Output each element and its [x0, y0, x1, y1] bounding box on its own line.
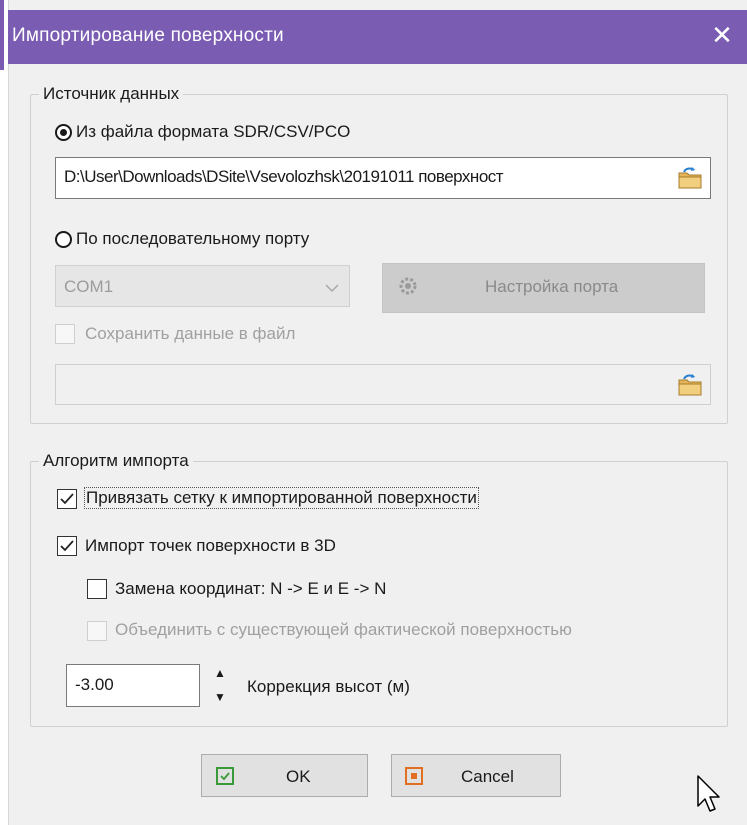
- cancel-button-label: Cancel: [461, 767, 514, 786]
- save-to-file-label[interactable]: Сохранить данные в файл: [85, 324, 295, 344]
- window-title: Импортирование поверхности: [12, 25, 284, 46]
- swap-coords-checkbox[interactable]: [87, 579, 107, 599]
- spin-up-icon[interactable]: ▲: [207, 662, 233, 684]
- bind-grid-checkbox[interactable]: [57, 489, 77, 509]
- algorithm-group-legend: Алгоритм импорта: [43, 451, 189, 470]
- chevron-down-icon: [325, 278, 339, 298]
- source-group-legend: Источник данных: [43, 84, 180, 103]
- bind-grid-label[interactable]: Привязать сетку к импортированной поверх…: [84, 487, 479, 509]
- title-bar: Импортирование поверхности ✕: [8, 10, 747, 64]
- file-source-radio[interactable]: [55, 124, 72, 141]
- import-3d-checkbox[interactable]: [57, 536, 77, 556]
- height-correction-input[interactable]: -3.00: [66, 664, 200, 707]
- port-source-radio[interactable]: [55, 231, 72, 248]
- x-square-icon: [405, 767, 423, 785]
- mouse-pointer-icon: [696, 774, 722, 819]
- merge-actual-checkbox[interactable]: [87, 621, 107, 641]
- height-correction-label: Коррекция высот (м): [247, 677, 410, 696]
- port-settings-label: Настройка порта: [485, 277, 619, 296]
- cancel-button[interactable]: Cancel: [391, 754, 561, 797]
- gear-icon: [397, 275, 419, 302]
- file-path-input[interactable]: D:\User\Downloads\DSite\Vsevolozhsk\2019…: [55, 157, 711, 199]
- port-select-value: COM1: [64, 277, 114, 296]
- ok-button[interactable]: OK: [201, 754, 368, 797]
- check-square-icon: [216, 767, 234, 785]
- spin-down-icon[interactable]: ▼: [207, 686, 233, 708]
- port-select[interactable]: COM1: [55, 265, 350, 307]
- save-path-input[interactable]: [55, 364, 711, 405]
- save-folder-open-icon[interactable]: [677, 371, 703, 397]
- port-settings-button[interactable]: Настройка порта: [382, 263, 705, 313]
- dialog-body: Источник данных Из файла формата SDR/CSV…: [9, 64, 747, 825]
- swap-coords-label[interactable]: Замена координат: N -> E и E -> N: [115, 579, 386, 599]
- merge-actual-label[interactable]: Объединить с существующей фактической по…: [115, 620, 572, 640]
- ok-button-label: OK: [286, 767, 311, 786]
- port-source-label[interactable]: По последовательному порту: [76, 229, 309, 249]
- file-source-label[interactable]: Из файла формата SDR/CSV/PCO: [76, 122, 350, 142]
- close-icon[interactable]: ✕: [709, 20, 735, 50]
- folder-open-icon[interactable]: [677, 164, 703, 190]
- left-window-edge: [0, 0, 9, 825]
- height-correction-spinner[interactable]: ▲ ▼: [207, 662, 233, 710]
- left-accent: [0, 0, 4, 70]
- import-3d-label[interactable]: Импорт точек поверхности в 3D: [85, 536, 336, 556]
- height-correction-value: -3.00: [75, 675, 114, 694]
- file-path-value: D:\User\Downloads\DSite\Vsevolozhsk\2019…: [64, 167, 504, 186]
- save-to-file-checkbox[interactable]: [55, 324, 75, 344]
